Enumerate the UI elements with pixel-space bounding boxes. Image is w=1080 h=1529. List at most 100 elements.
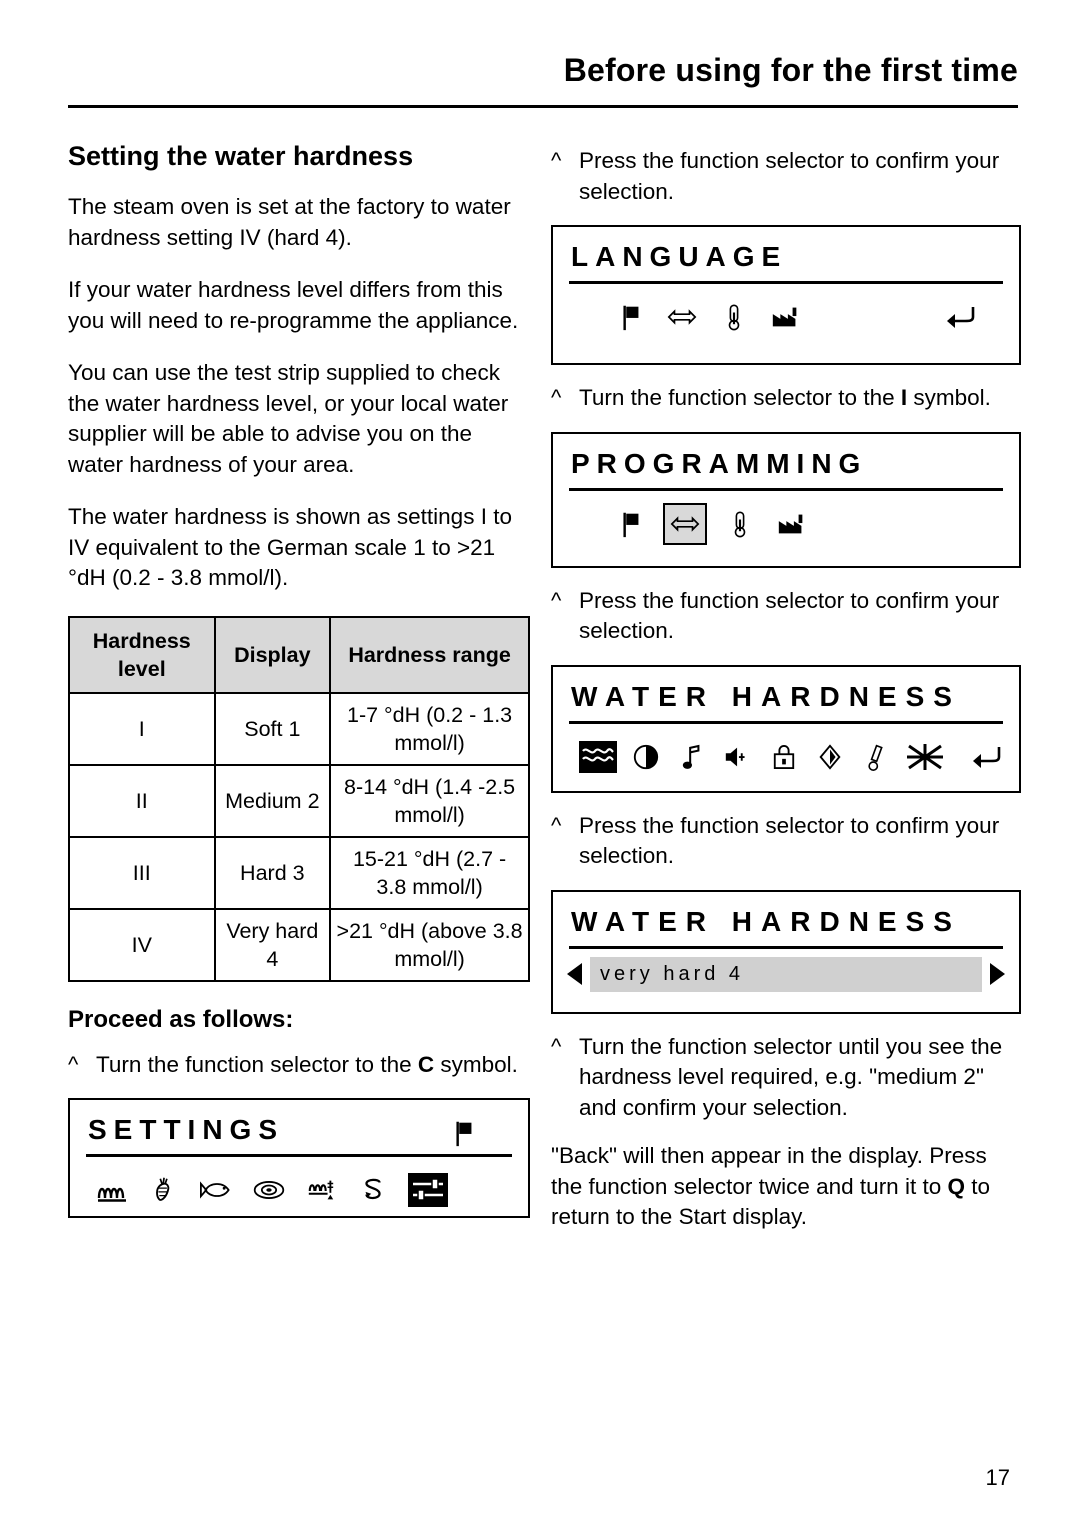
final-paragraph: "Back" will then appear in the display. … xyxy=(551,1141,1021,1233)
step-caret: ^ xyxy=(551,148,562,173)
arrows-icon[interactable] xyxy=(665,300,699,334)
step-text: Press the function selector to confirm y… xyxy=(579,148,1000,204)
left-column: Setting the water hardness The steam ove… xyxy=(68,132,530,1236)
heating-element-icon[interactable] xyxy=(96,1173,130,1207)
programming-display-title: PROGRAMMING xyxy=(571,447,868,479)
roast-icon[interactable] xyxy=(252,1173,286,1207)
table-cell: Hard 3 xyxy=(213,835,332,910)
step-caret: ^ xyxy=(551,1033,562,1059)
step-caret: ^ xyxy=(68,1051,79,1077)
language-display-title: LANGUAGE xyxy=(571,241,788,272)
water-waves-icon[interactable] xyxy=(579,740,617,773)
water-hardness-table: Hardness level Display Hardness range I … xyxy=(68,615,530,982)
programming-display: PROGRAMMING xyxy=(551,431,1021,568)
step-text-after: symbol. xyxy=(907,385,991,410)
step-text-before: Turn the function selector to the xyxy=(96,1051,418,1077)
language-display: LANGUAGE xyxy=(551,225,1021,365)
thermometer-icon[interactable] xyxy=(717,300,751,334)
table-cell: I xyxy=(68,691,216,766)
note-icon[interactable] xyxy=(675,740,709,774)
water-hardness-value[interactable]: very hard 4 xyxy=(590,956,982,992)
table-cell: >21 °dH (above 3.8 mmol/l) xyxy=(329,907,530,982)
table-header-cell: Display xyxy=(213,615,332,694)
water-hardness-icon[interactable] xyxy=(905,740,945,774)
step-confirm-1: ^ Press the function selector to confirm … xyxy=(551,146,1021,207)
water-hardness-display-1: WATER HARDNESS xyxy=(551,664,1021,794)
previous-value-arrow-icon[interactable] xyxy=(567,963,582,985)
volume-icon[interactable] xyxy=(721,740,755,774)
table-cell: III xyxy=(68,835,216,910)
step-text: Press the function selector to confirm y… xyxy=(579,812,1000,869)
step-text-after: symbol. xyxy=(434,1051,518,1077)
table-header-cell: Hardness level xyxy=(68,615,216,694)
settings-display: SETTINGS xyxy=(68,1098,530,1219)
water-hardness-value-row: very hard 4 xyxy=(553,949,1019,1006)
table-row: II Medium 2 8-14 °dH (1.4 -2.5 mmol/l) xyxy=(68,763,530,838)
paragraph-4: The water hardness is shown as settings … xyxy=(68,504,512,591)
table-cell: Very hard 4 xyxy=(213,907,332,982)
final-paragraph-part1: "Back" will then appear in the display. … xyxy=(551,1143,987,1199)
factory-icon[interactable] xyxy=(775,507,809,541)
next-value-arrow-icon[interactable] xyxy=(990,963,1005,985)
step-text: Turn the function selector until you see… xyxy=(579,1033,1003,1120)
section-title: Setting the water hardness xyxy=(68,141,414,171)
step-turn-until: ^ Turn the function selector until you se… xyxy=(551,1032,1021,1124)
language-icon-row xyxy=(553,284,1019,354)
fish-icon[interactable] xyxy=(200,1173,234,1207)
flag-icon xyxy=(446,1116,480,1150)
step-text: Press the function selector to confirm y… xyxy=(579,587,1000,644)
paragraph-3: You can use the test strip supplied to c… xyxy=(68,360,509,477)
step-caret: ^ xyxy=(551,385,562,410)
page-number: 17 xyxy=(985,1465,1010,1490)
water-hardness-display-2: WATER HARDNESS very hard 4 xyxy=(551,889,1021,1014)
temperature-icon[interactable] xyxy=(859,740,893,774)
table-cell: 15-21 °dH (2.7 - 3.8 mmol/l) xyxy=(329,835,530,910)
back-arrow-icon[interactable] xyxy=(969,740,1003,774)
step-confirm-2: ^ Press the function selector to confirm … xyxy=(551,586,1021,647)
table-row: IV Very hard 4 >21 °dH (above 3.8 mmol/l… xyxy=(68,907,530,982)
back-arrow-icon[interactable] xyxy=(943,300,977,334)
step-turn-to-c: ^ Turn the function selector to the C sym… xyxy=(68,1050,530,1081)
programming-icon-row xyxy=(553,491,1019,561)
table-header-row: Hardness level Display Hardness range xyxy=(68,615,530,694)
grill-icon[interactable] xyxy=(304,1173,338,1207)
document-page: Before using for the first time Setting … xyxy=(0,0,1080,1529)
brightness-icon[interactable] xyxy=(813,740,847,774)
arrows-icon[interactable] xyxy=(663,502,707,545)
table-cell: IV xyxy=(68,907,216,982)
selector-symbol-q: Q xyxy=(947,1173,965,1199)
settings-icon-row xyxy=(70,1157,528,1227)
settings-sliders-icon[interactable] xyxy=(408,1173,448,1208)
table-cell: Soft 1 xyxy=(213,691,332,766)
paragraph-1: The steam oven is set at the factory to … xyxy=(68,194,511,250)
table-cell: 8-14 °dH (1.4 -2.5 mmol/l) xyxy=(329,763,530,838)
header-divider xyxy=(68,105,1018,108)
selector-symbol-c: C xyxy=(417,1051,435,1077)
right-column: ^ Press the function selector to confirm … xyxy=(551,132,1021,1255)
step-caret: ^ xyxy=(551,587,562,613)
descale-icon[interactable] xyxy=(356,1173,390,1207)
proceed-heading: Proceed as follows: xyxy=(68,1005,294,1033)
water-hardness-display-2-title: WATER HARDNESS xyxy=(571,905,961,937)
flag-icon[interactable] xyxy=(613,300,647,334)
step-turn-to-I: ^ Turn the function selector to the I sym… xyxy=(551,383,1021,414)
table-row: III Hard 3 15-21 °dH (2.7 - 3.8 mmol/l) xyxy=(68,835,530,910)
lock-icon[interactable] xyxy=(767,740,801,774)
thermometer-icon[interactable] xyxy=(723,507,757,541)
table-row: I Soft 1 1-7 °dH (0.2 - 1.3 mmol/l) xyxy=(68,691,530,766)
water-hardness-icon-row xyxy=(553,724,1019,794)
step-text-before: Turn the function selector to the xyxy=(579,385,901,410)
table-cell: 1-7 °dH (0.2 - 1.3 mmol/l) xyxy=(329,691,530,766)
step-confirm-3: ^ Press the function selector to confirm … xyxy=(551,811,1021,872)
contrast-icon[interactable] xyxy=(629,740,663,774)
page-header-title: Before using for the first time xyxy=(563,52,1018,88)
step-caret: ^ xyxy=(551,812,562,838)
table-cell: Medium 2 xyxy=(213,763,332,838)
paragraph-2: If your water hardness level differs fro… xyxy=(68,277,519,333)
flag-icon[interactable] xyxy=(613,507,647,541)
table-header-cell: Hardness range xyxy=(329,615,530,694)
vegetables-icon[interactable] xyxy=(148,1173,182,1207)
table-cell: II xyxy=(68,763,216,838)
water-hardness-display-1-title: WATER HARDNESS xyxy=(571,680,961,712)
factory-icon[interactable] xyxy=(769,300,803,334)
